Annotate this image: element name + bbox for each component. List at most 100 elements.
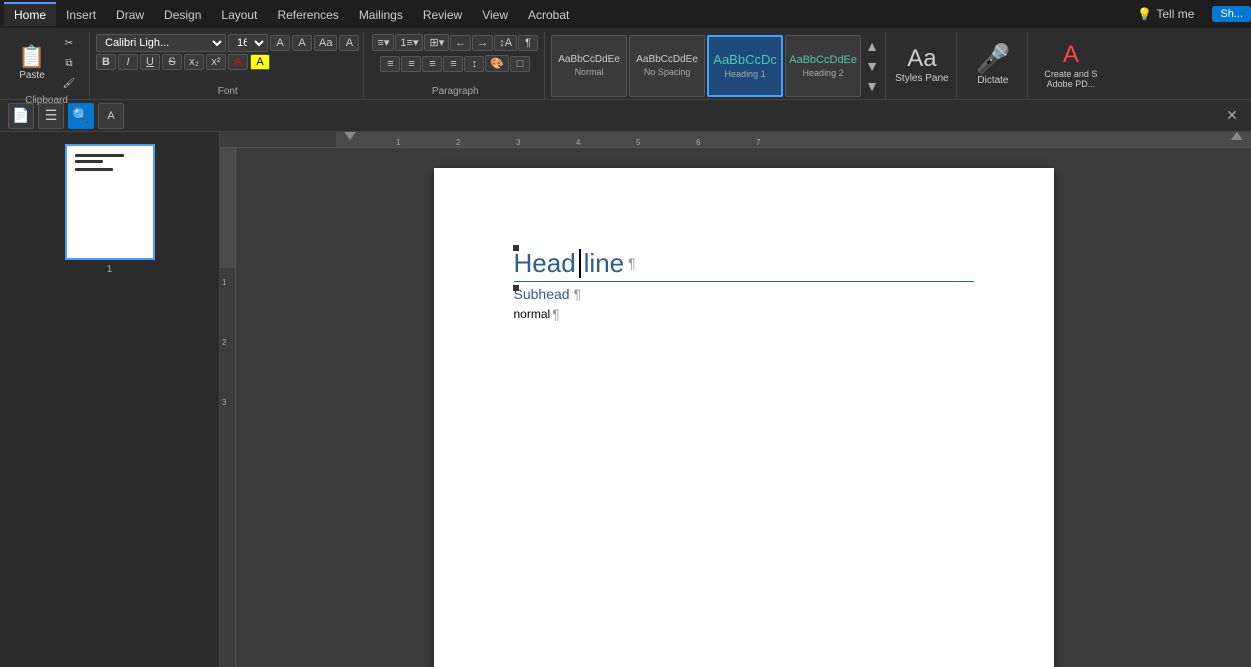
selection-marker-subhead: [513, 285, 519, 291]
font-color-button[interactable]: A: [228, 54, 248, 70]
style-heading1[interactable]: AaBbCcDc Heading 1: [707, 35, 783, 97]
align-right-button[interactable]: ≡: [422, 56, 442, 72]
nav-page-view-button[interactable]: 📄: [8, 103, 34, 129]
nav-text-button[interactable]: A: [98, 103, 124, 129]
font-size-selector[interactable]: 16: [228, 34, 268, 52]
nav-search-button[interactable]: 🔍: [68, 103, 94, 129]
justify-button[interactable]: ≡: [443, 56, 463, 72]
bold-button[interactable]: B: [96, 54, 116, 70]
sort-button[interactable]: ↕A: [494, 35, 517, 51]
style-no-spacing[interactable]: AaBbCcDdEe No Spacing: [629, 35, 705, 97]
normal-pilcrow: ¶: [552, 306, 560, 322]
tab-mailings[interactable]: Mailings: [349, 2, 413, 26]
text-cursor: [579, 249, 581, 278]
highlight-button[interactable]: A: [250, 54, 270, 70]
v-ruler-active: [220, 148, 235, 268]
line-spacing-button[interactable]: ↕: [464, 56, 484, 72]
increase-indent-button[interactable]: →: [472, 35, 493, 51]
thumb-line-2: [75, 160, 103, 163]
tab-home[interactable]: Home: [4, 2, 56, 26]
paragraph-group-label: Paragraph: [432, 86, 479, 97]
ruler-tick-6: 6: [696, 138, 700, 147]
style-nospace-preview: AaBbCcDdEe: [636, 54, 698, 65]
change-case-button[interactable]: Aa: [314, 35, 337, 51]
italic-button[interactable]: I: [118, 54, 138, 70]
tab-view[interactable]: View: [472, 2, 518, 26]
v-ruler-tick-1: 1: [222, 278, 226, 287]
styles-pane-icon: Aa: [907, 47, 936, 71]
align-center-button[interactable]: ≡: [401, 56, 421, 72]
align-left-button[interactable]: ≡: [380, 56, 400, 72]
show-formatting-button[interactable]: ¶: [518, 35, 538, 51]
tab-review[interactable]: Review: [413, 2, 472, 26]
font-group-label: Font: [96, 86, 359, 97]
tell-me-label[interactable]: Tell me: [1156, 7, 1194, 21]
doc-normal[interactable]: normal ¶: [514, 306, 974, 322]
underline-button[interactable]: U: [140, 54, 160, 70]
bullets-button[interactable]: ≡▾: [372, 34, 394, 51]
thumbnail-image: [65, 144, 155, 260]
styles-gallery: AaBbCcDdEe Normal AaBbCcDdEe No Spacing …: [547, 32, 886, 99]
create-adobe-group: A Create and S Adobe PD...: [1030, 32, 1112, 99]
copy-icon: ⧉: [65, 58, 72, 69]
ruler-tick-2: 2: [456, 138, 460, 147]
v-ruler-tick-3: 3: [222, 398, 226, 407]
subhead-pilcrow: ¶: [574, 286, 582, 302]
format-painter-button[interactable]: 🖌: [55, 74, 83, 93]
doc-scroll[interactable]: Headline ¶ Subhead ¶ normal ¶: [236, 148, 1251, 667]
style-heading2[interactable]: AaBbCcDdEe Heading 2: [785, 35, 861, 97]
ruler-right-indent[interactable]: [1231, 132, 1243, 140]
paste-icon: 📋: [18, 46, 45, 68]
superscript-button[interactable]: x²: [206, 54, 226, 70]
thumb-line-3: [75, 168, 114, 171]
paragraph-group: ≡▾ 1≡▾ ⊞▾ ← → ↕A ¶ ≡ ≡ ≡ ≡ ↕ 🎨 □ Paragra…: [366, 32, 545, 99]
style-normal-preview: AaBbCcDdEe: [558, 54, 620, 65]
ruler-left-indent[interactable]: [344, 132, 356, 140]
tab-layout[interactable]: Layout: [211, 2, 267, 26]
shading-button[interactable]: 🎨: [485, 55, 509, 72]
share-button[interactable]: Sh...: [1212, 6, 1251, 22]
font-shrink-button[interactable]: A: [292, 35, 312, 51]
numbers-button[interactable]: 1≡▾: [395, 34, 423, 51]
tab-insert[interactable]: Insert: [56, 2, 106, 26]
gallery-more-button[interactable]: ▲ ▼ ▼: [863, 35, 881, 97]
clear-formatting-button[interactable]: A: [339, 35, 359, 51]
paragraph-buttons-row1: ≡▾ 1≡▾ ⊞▾ ← → ↕A ¶: [372, 34, 538, 51]
selection-marker-headline: [513, 245, 519, 251]
create-adobe-button[interactable]: A Create and S Adobe PD...: [1036, 35, 1106, 97]
cut-button[interactable]: ✂: [55, 34, 83, 53]
style-normal[interactable]: AaBbCcDdEe Normal: [551, 35, 627, 97]
doc-page: Headline ¶ Subhead ¶ normal ¶: [434, 168, 1054, 667]
tab-acrobat[interactable]: Acrobat: [518, 2, 579, 26]
create-adobe-label: Create and S Adobe PD...: [1037, 69, 1105, 89]
adobe-icon: A: [1063, 43, 1079, 67]
decrease-indent-button[interactable]: ←: [450, 35, 471, 51]
font-grow-button[interactable]: A: [270, 35, 290, 51]
nav-outline-view-button[interactable]: ☰: [38, 103, 64, 129]
subhead-text: Subhead: [514, 286, 570, 302]
tab-design[interactable]: Design: [154, 2, 211, 26]
v-ruler-tick-2: 2: [222, 338, 226, 347]
styles-pane-button[interactable]: Aa Styles Pane: [894, 35, 950, 97]
doc-headline[interactable]: Headline ¶: [514, 248, 974, 282]
gallery-down-icon: ▼: [865, 59, 879, 73]
dictate-button[interactable]: 🎤 Dictate: [965, 35, 1021, 97]
thumbnail-page-1[interactable]: 1: [8, 140, 211, 279]
paste-button[interactable]: 📋 Paste: [10, 39, 54, 89]
font-name-selector[interactable]: Calibri Ligh...: [96, 34, 226, 52]
multilevel-button[interactable]: ⊞▾: [424, 34, 449, 51]
tab-draw[interactable]: Draw: [106, 2, 154, 26]
gallery-up-icon: ▲: [865, 39, 879, 53]
nav-pane: 📄 ☰ 🔍 A ✕: [0, 100, 1251, 132]
strikethrough-button[interactable]: S: [162, 54, 182, 70]
format-painter-icon: 🖌: [63, 78, 76, 89]
tab-references[interactable]: References: [267, 2, 348, 26]
subscript-button[interactable]: x₂: [184, 54, 204, 70]
paragraph-buttons-row2: ≡ ≡ ≡ ≡ ↕ 🎨 □: [380, 55, 530, 72]
document-area: 1 2 3 Headline ¶ Subhead ¶: [220, 148, 1251, 667]
borders-button[interactable]: □: [510, 56, 530, 72]
doc-subhead[interactable]: Subhead ¶: [514, 286, 974, 302]
nav-close-button[interactable]: ✕: [1221, 105, 1243, 127]
copy-button[interactable]: ⧉: [55, 54, 83, 73]
tell-me-area: 💡 Tell me: [1127, 5, 1204, 23]
